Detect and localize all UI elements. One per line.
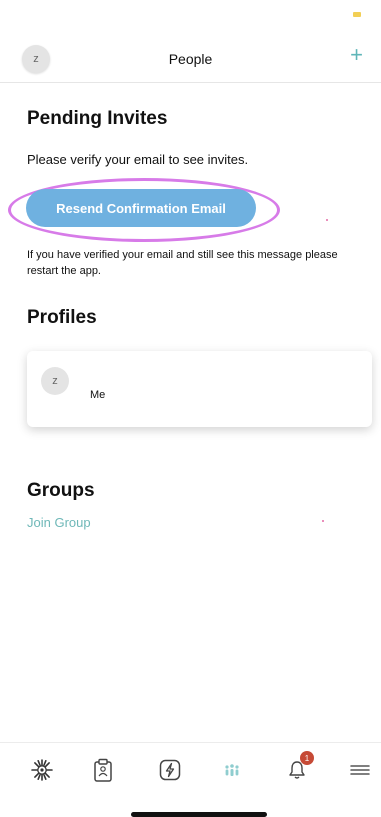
nav-item-activity[interactable] bbox=[157, 757, 183, 783]
page-title: People bbox=[168, 51, 213, 67]
lightning-icon bbox=[159, 759, 181, 781]
pending-invites-heading: Pending Invites bbox=[27, 108, 168, 129]
sunflower-icon bbox=[31, 759, 53, 781]
people-icon bbox=[225, 764, 239, 776]
nav-item-home[interactable] bbox=[29, 757, 55, 783]
restart-app-message: If you have verified your email and stil… bbox=[27, 249, 338, 277]
battery-icon bbox=[353, 12, 361, 17]
nav-item-clipboard[interactable] bbox=[90, 757, 116, 783]
menu-icon bbox=[350, 765, 370, 775]
decorative-dot bbox=[322, 520, 324, 522]
nav-item-notifications[interactable]: 1 bbox=[284, 751, 314, 783]
profile-avatar-initial: z bbox=[52, 375, 58, 387]
top-bar: z People + bbox=[0, 40, 381, 83]
decorative-dot bbox=[326, 219, 328, 221]
clipboard-icon bbox=[94, 758, 112, 782]
plus-icon[interactable]: + bbox=[350, 44, 363, 66]
profile-card[interactable]: z Me bbox=[27, 351, 372, 427]
bottom-nav: 1 bbox=[0, 742, 381, 795]
notification-badge: 1 bbox=[300, 751, 314, 765]
verify-email-message: Please verify your email to see invites. bbox=[27, 152, 249, 167]
groups-heading: Groups bbox=[27, 480, 95, 501]
join-group-link[interactable]: Join Group bbox=[27, 515, 91, 530]
people-screen: z People + Pending Invites Please verify… bbox=[0, 0, 381, 817]
profile-name: Me bbox=[90, 389, 106, 401]
nav-item-menu[interactable] bbox=[347, 757, 373, 783]
resend-confirmation-button[interactable]: Resend Confirmation Email bbox=[26, 189, 256, 227]
profiles-heading: Profiles bbox=[27, 307, 97, 328]
home-indicator[interactable] bbox=[131, 812, 267, 817]
profile-avatar: z bbox=[41, 367, 69, 395]
nav-item-people[interactable] bbox=[219, 757, 245, 783]
